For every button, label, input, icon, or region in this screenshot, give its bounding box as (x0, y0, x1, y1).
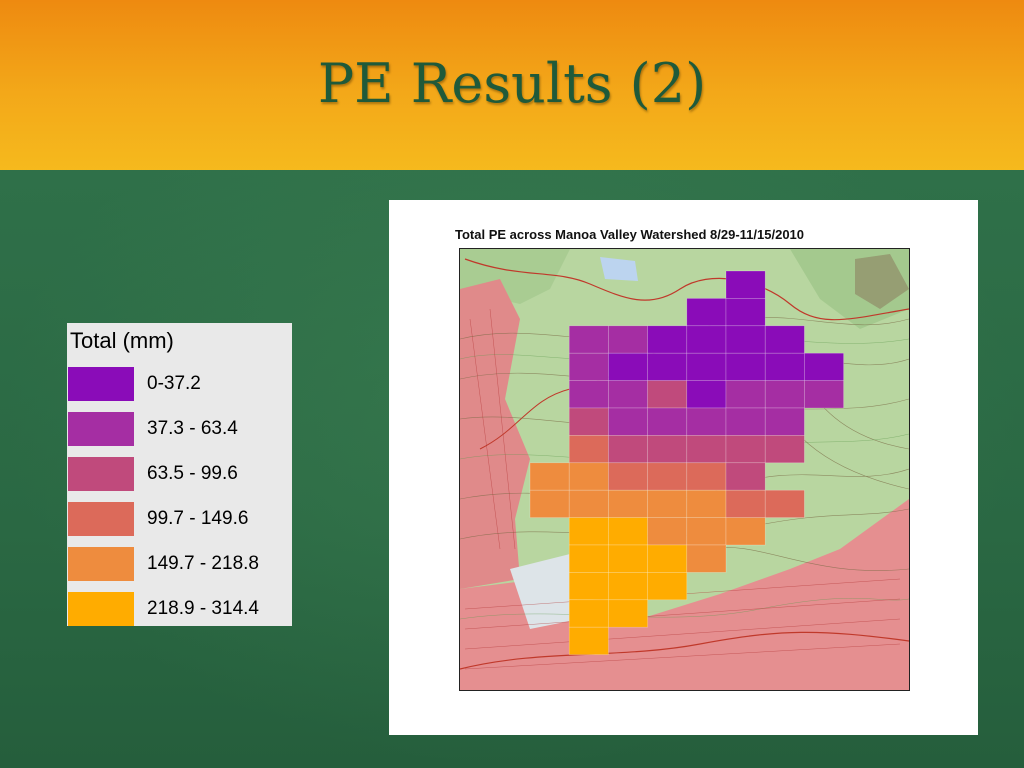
grid-cell (686, 435, 727, 464)
legend-label: 218.9 - 314.4 (147, 598, 259, 619)
grid-cell (568, 544, 609, 573)
grid-cell (529, 462, 570, 491)
grid-cell (568, 435, 609, 464)
grid-cell (608, 435, 648, 464)
legend-swatch (68, 547, 134, 581)
grid-cell (568, 380, 609, 409)
legend-item: 0-37.2 (68, 367, 292, 401)
grid-cell (764, 489, 805, 518)
grid-cell (647, 407, 688, 436)
grid-cell (568, 626, 609, 655)
grid-cell (725, 435, 766, 464)
grid-cell (647, 489, 688, 518)
map-title: Total PE across Manoa Valley Watershed 8… (455, 227, 805, 242)
grid-cell (568, 517, 609, 546)
grid-cell (568, 352, 609, 381)
legend-item: 99.7 - 149.6 (68, 502, 292, 536)
grid-cell (686, 544, 727, 573)
grid-cell (529, 489, 570, 518)
grid-cell (764, 352, 805, 381)
grid-cell (764, 325, 805, 354)
grid-cell (764, 407, 805, 436)
grid-cell (568, 599, 609, 628)
map-frame (459, 248, 910, 691)
legend-label: 63.5 - 99.6 (147, 463, 238, 484)
grid-cell (804, 352, 844, 381)
grid-cell (568, 489, 609, 518)
legend-swatch (68, 592, 134, 626)
grid-cell (804, 380, 844, 409)
grid-cell (647, 572, 688, 601)
grid-cell (608, 489, 648, 518)
grid-cell (725, 517, 766, 546)
grid-cell (647, 352, 688, 381)
grid-cell (647, 435, 688, 464)
grid-cell (686, 462, 727, 491)
grid-cell (686, 298, 727, 327)
grid-cell (725, 489, 766, 518)
grid-cell (608, 599, 648, 628)
grid-cell (608, 407, 648, 436)
grid-cell (608, 517, 648, 546)
legend-label: 37.3 - 63.4 (147, 418, 238, 439)
legend-item: 37.3 - 63.4 (68, 412, 292, 446)
grid-cell (568, 325, 609, 354)
grid-cell (725, 270, 766, 299)
legend-label: 99.7 - 149.6 (147, 508, 249, 529)
grid-cell (725, 380, 766, 409)
grid-cell (686, 380, 727, 409)
grid-cell (647, 462, 688, 491)
slide: PE Results (2) Total (mm) 0-37.2 37.3 - … (0, 0, 1024, 768)
map-figure: Total PE across Manoa Valley Watershed 8… (389, 200, 978, 735)
grid-cell (725, 407, 766, 436)
grid-cell (568, 407, 609, 436)
grid-cell (608, 462, 648, 491)
legend-swatch (68, 502, 134, 536)
grid-cell (608, 325, 648, 354)
grid-cell (608, 352, 648, 381)
grid-cell (725, 325, 766, 354)
grid-cell (568, 462, 609, 491)
grid-cell (608, 380, 648, 409)
legend-swatch (68, 367, 134, 401)
watershed-map (460, 249, 909, 690)
legend-swatch (68, 412, 134, 446)
grid-cell (608, 544, 648, 573)
grid-cell (764, 380, 805, 409)
grid-cell (686, 489, 727, 518)
grid-cell (647, 544, 688, 573)
grid-cell (686, 517, 727, 546)
legend: Total (mm) 0-37.2 37.3 - 63.4 63.5 - 99.… (67, 323, 292, 626)
grid-cell (647, 325, 688, 354)
legend-item: 218.9 - 314.4 (68, 592, 292, 626)
grid-cell (686, 325, 727, 354)
slide-title: PE Results (2) (317, 52, 707, 115)
legend-swatch (68, 457, 134, 491)
grid-cell (686, 352, 727, 381)
grid-cell (647, 517, 688, 546)
grid-cell (725, 352, 766, 381)
legend-label: 149.7 - 218.8 (147, 553, 259, 574)
grid-cell (647, 380, 688, 409)
grid-cell (725, 298, 766, 327)
grid-cell (725, 462, 766, 491)
legend-label: 0-37.2 (147, 373, 201, 394)
legend-title: Total (mm) (70, 328, 174, 353)
legend-item: 63.5 - 99.6 (68, 457, 292, 491)
grid-cell (764, 435, 805, 464)
grid-cell (686, 407, 727, 436)
grid-cell (608, 572, 648, 601)
legend-item: 149.7 - 218.8 (68, 547, 292, 581)
grid-cell (568, 572, 609, 601)
